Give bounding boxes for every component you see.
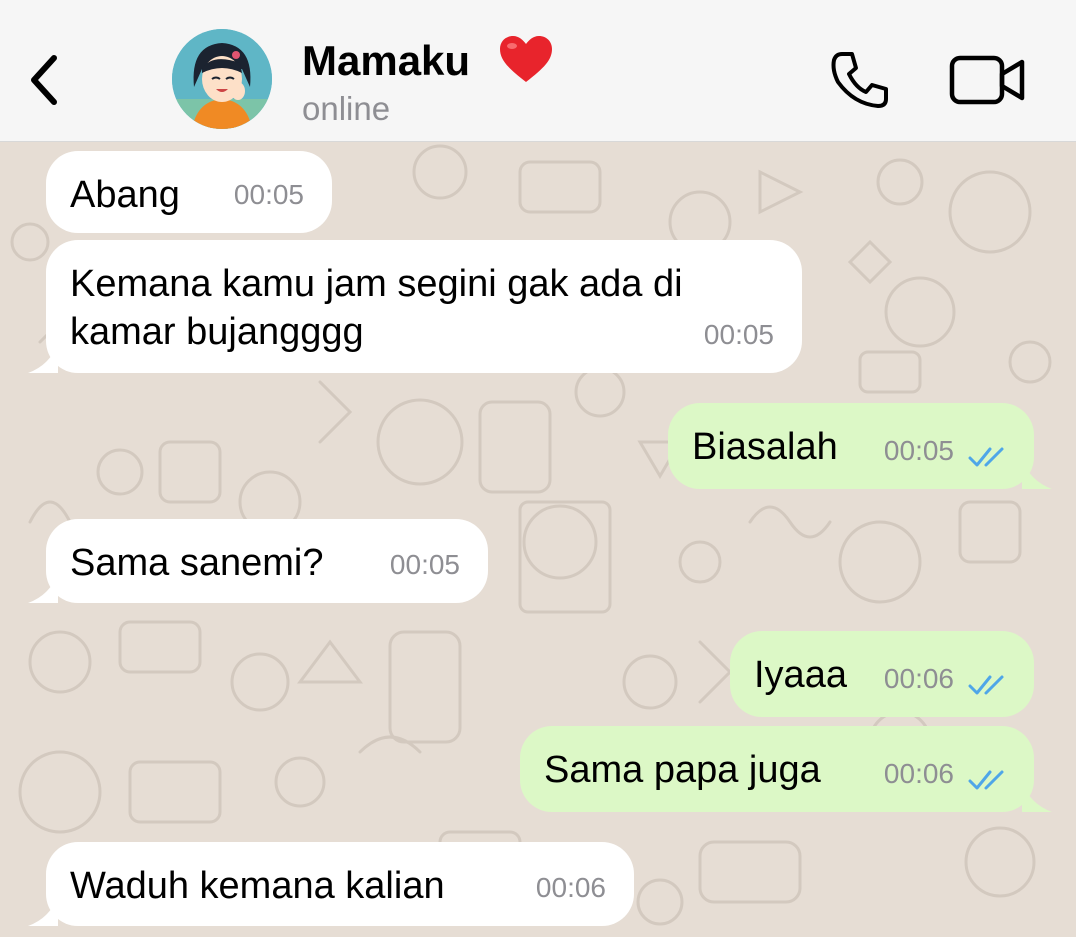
message-time: 00:05 <box>233 179 304 210</box>
message-time: 00:05 <box>389 549 460 580</box>
avatar-image <box>172 29 272 129</box>
contact-avatar[interactable] <box>172 29 272 129</box>
contact-status: online <box>302 90 391 127</box>
message-time: 00:06 <box>883 758 954 789</box>
bubble-tail-icon <box>1022 782 1052 812</box>
contact-name[interactable]: Mamaku <box>302 38 470 84</box>
message-time: 00:05 <box>703 319 774 350</box>
message-text: Waduh kemana kalian <box>70 865 445 907</box>
message-time: 00:06 <box>883 663 954 694</box>
phone-icon[interactable] <box>828 48 892 112</box>
message-bubble-outgoing[interactable]: Sama papa juga 00:06 <box>520 726 1052 812</box>
message-time: 00:05 <box>883 435 954 466</box>
bubble-tail-icon <box>28 896 58 926</box>
bubble-tail-icon <box>1022 459 1052 489</box>
message-text: kamar bujangggg <box>70 311 364 353</box>
read-double-check-icon <box>968 447 1004 467</box>
bubble-tail-icon <box>28 343 58 373</box>
chat-header: Mamaku online <box>0 0 1076 142</box>
message-bubble-incoming[interactable]: Abang 00:05 <box>46 151 332 233</box>
message-bubble-incoming[interactable]: Kemana kamu jam segini gak ada di kamar … <box>28 240 802 373</box>
message-bubble-outgoing[interactable]: Iyaaa 00:06 <box>730 631 1034 717</box>
message-text: Biasalah <box>692 426 838 468</box>
chat-area[interactable]: Abang 00:05 Kemana kamu jam segini gak a… <box>0 142 1076 937</box>
message-bubble-outgoing[interactable]: Biasalah 00:05 <box>668 403 1052 489</box>
message-bubble-incoming[interactable]: Waduh kemana kalian 00:06 <box>28 842 634 926</box>
video-camera-icon[interactable] <box>948 52 1028 108</box>
message-text: Kemana kamu jam segini gak ada di <box>70 263 683 305</box>
red-heart-icon <box>500 36 552 82</box>
bubble-tail-icon <box>28 573 58 603</box>
read-double-check-icon <box>968 770 1004 790</box>
back-chevron-icon[interactable] <box>22 48 66 112</box>
message-time: 00:06 <box>535 872 606 903</box>
read-double-check-icon <box>968 675 1004 695</box>
message-bubble-incoming[interactable]: Sama sanemi? 00:05 <box>28 519 488 603</box>
